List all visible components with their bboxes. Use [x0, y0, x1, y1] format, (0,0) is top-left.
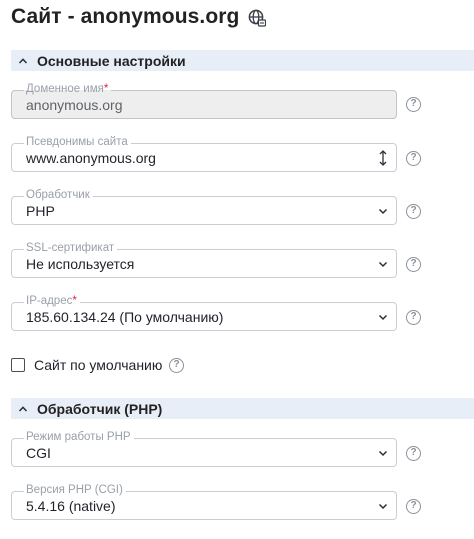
handler-label: Обработчик [24, 189, 93, 202]
chevron-up-icon [18, 405, 28, 412]
domain-name-label: Доменное имя [26, 83, 104, 95]
help-icon-ip[interactable]: ? [406, 310, 421, 325]
page-title-text: Сайт - anonymous.org [11, 5, 240, 28]
default-site-label[interactable]: Сайт по умолчанию [34, 357, 162, 373]
chevron-down-icon [378, 503, 388, 510]
section-basic-label: Основные настройки [37, 52, 186, 69]
php-mode-value: CGI [26, 445, 51, 461]
ip-address-select[interactable]: IP-адрес* 185.60.134.24 (По умолчанию) [11, 295, 397, 331]
ip-address-legend: IP-адрес* [24, 295, 80, 308]
ssl-certificate-label: SSL-сертификат [24, 242, 118, 255]
php-version-value: 5.4.16 (native) [26, 498, 116, 514]
section-php-handler[interactable]: Обработчик (PHP) [11, 398, 474, 419]
help-icon-ssl[interactable]: ? [406, 257, 421, 272]
site-aliases-value: www.anonymous.org [26, 150, 156, 166]
help-icon-default-site[interactable]: ? [169, 358, 184, 373]
help-icon-handler[interactable]: ? [406, 204, 421, 219]
globe-icon [249, 9, 267, 27]
chevron-down-icon [378, 208, 388, 215]
help-icon-php-mode[interactable]: ? [406, 446, 421, 461]
php-version-label: Версия PHP (CGI) [24, 484, 126, 497]
php-version-select[interactable]: Версия PHP (CGI) 5.4.16 (native) [11, 484, 397, 520]
ssl-certificate-select[interactable]: SSL-сертификат Не используется [11, 242, 397, 278]
domain-name-legend: Доменное имя* [24, 83, 112, 96]
chevron-up-icon [18, 57, 28, 64]
ssl-certificate-value: Не используется [26, 256, 135, 272]
domain-name-value: anonymous.org [26, 97, 123, 113]
handler-value: PHP [26, 203, 55, 219]
section-php-label: Обработчик (PHP) [37, 400, 163, 417]
site-aliases-label: Псевдонимы сайта [24, 136, 131, 149]
chevron-down-icon [378, 450, 388, 457]
default-site-row: Сайт по умолчанию [11, 356, 162, 373]
site-aliases-field[interactable]: Псевдонимы сайта www.anonymous.org [11, 136, 397, 172]
ip-address-label: IP-адрес [26, 295, 73, 307]
handler-select[interactable]: Обработчик PHP [11, 189, 397, 225]
required-mark: * [72, 295, 77, 307]
chevron-down-icon [378, 261, 388, 268]
ip-address-value: 185.60.134.24 (По умолчанию) [26, 309, 224, 325]
help-icon-aliases[interactable]: ? [406, 151, 421, 166]
default-site-checkbox[interactable] [11, 357, 25, 372]
resize-updown-icon[interactable] [378, 149, 388, 167]
help-icon-php-version[interactable]: ? [406, 499, 421, 514]
required-mark: * [103, 83, 109, 95]
help-icon-domain[interactable]: ? [406, 97, 421, 112]
chevron-down-icon [378, 314, 388, 321]
page-title: Сайт - anonymous.org [11, 2, 267, 32]
section-basic-settings[interactable]: Основные настройки [11, 50, 474, 71]
domain-name-field: Доменное имя* anonymous.org [11, 83, 397, 119]
php-mode-select[interactable]: Режим работы PHP CGI [11, 431, 397, 467]
php-mode-label: Режим работы PHP [24, 431, 134, 444]
